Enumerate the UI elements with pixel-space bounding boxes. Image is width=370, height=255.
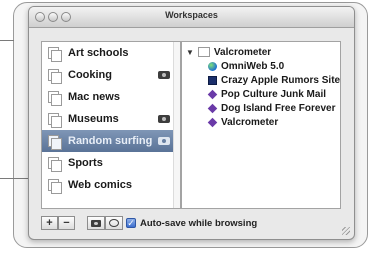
workspace-list-scrollbar[interactable] <box>173 42 180 208</box>
workspace-item-label: Sports <box>68 157 103 169</box>
workspace-item[interactable]: Cooking <box>42 64 180 86</box>
tree-root-label: Valcrometer <box>213 46 272 58</box>
workspace-document-icon <box>48 46 62 62</box>
resize-grip-icon[interactable] <box>342 227 350 235</box>
add-workspace-button[interactable]: + <box>41 216 58 230</box>
snapshot-camera-icon <box>158 71 170 79</box>
restore-icon <box>109 219 119 227</box>
tree-child-label: Pop Culture Junk Mail <box>221 88 327 100</box>
tree-child-row[interactable]: Valcrometer <box>182 115 340 129</box>
gem-icon <box>207 89 218 99</box>
workspace-item-label: Art schools <box>68 47 129 59</box>
workspace-item[interactable]: Mac news <box>42 86 180 108</box>
snapshot-button[interactable] <box>87 216 105 230</box>
workspace-document-icon <box>48 112 62 128</box>
workspace-item-label: Mac news <box>68 91 120 103</box>
gem-icon <box>207 117 218 127</box>
workspace-document-icon <box>48 68 62 84</box>
workspaces-window: Workspaces Art schools Cooking Mac news Mus… <box>28 6 355 240</box>
workspace-tree[interactable]: ▼ Valcrometer OmniWeb 5.0 Crazy Apple Rum… <box>181 41 341 209</box>
workspace-document-icon <box>48 134 62 150</box>
workspace-item[interactable]: Web comics <box>42 174 180 196</box>
tree-child-label: OmniWeb 5.0 <box>221 60 285 72</box>
workspace-document-icon <box>48 90 62 106</box>
remove-workspace-button[interactable]: − <box>58 216 75 230</box>
globe-icon <box>208 61 217 71</box>
workspace-item[interactable]: Sports <box>42 152 180 174</box>
window-title: Workspaces <box>165 10 218 20</box>
workspace-item-label: Random surfing <box>68 135 153 147</box>
workspace-item-label: Cooking <box>68 69 112 81</box>
autosave-checkbox[interactable]: ✓ <box>126 218 136 228</box>
tree-root-row[interactable]: ▼ Valcrometer <box>182 45 340 59</box>
workspace-item[interactable]: Museums <box>42 108 180 130</box>
autosave-label: Auto-save while browsing <box>140 218 258 229</box>
bottom-toolbar: + − ✓ Auto-save while browsing <box>41 216 341 232</box>
folder-icon <box>197 47 210 57</box>
workspace-document-icon <box>48 156 62 172</box>
camera-icon <box>91 219 101 227</box>
crazy-apple-icon <box>208 75 217 85</box>
title-bar[interactable]: Workspaces <box>29 7 354 28</box>
tree-child-row[interactable]: Pop Culture Junk Mail <box>182 87 340 101</box>
tree-child-row[interactable]: OmniWeb 5.0 <box>182 59 340 73</box>
workspace-item-label: Web comics <box>68 179 132 191</box>
tree-child-row[interactable]: Crazy Apple Rumors Site <box>182 73 340 87</box>
disclosure-triangle-icon[interactable]: ▼ <box>186 48 194 57</box>
workspace-list[interactable]: Art schools Cooking Mac news Museums Random … <box>41 41 181 209</box>
tree-child-row[interactable]: Dog Island Free Forever <box>182 101 340 115</box>
callout-leader-top <box>0 40 14 41</box>
tree-child-label: Crazy Apple Rumors Site <box>221 74 341 86</box>
restore-snapshot-button[interactable] <box>105 216 123 230</box>
gem-icon <box>207 103 218 113</box>
tree-child-label: Valcrometer <box>221 116 279 128</box>
tree-child-label: Dog Island Free Forever <box>221 102 336 114</box>
workspace-item[interactable]: Art schools <box>42 42 180 64</box>
snapshot-camera-icon <box>158 137 170 145</box>
workspace-item-label: Museums <box>68 113 119 125</box>
workspace-item[interactable]: Random surfing <box>42 130 180 152</box>
snapshot-camera-icon <box>158 115 170 123</box>
workspace-document-icon <box>48 178 62 194</box>
